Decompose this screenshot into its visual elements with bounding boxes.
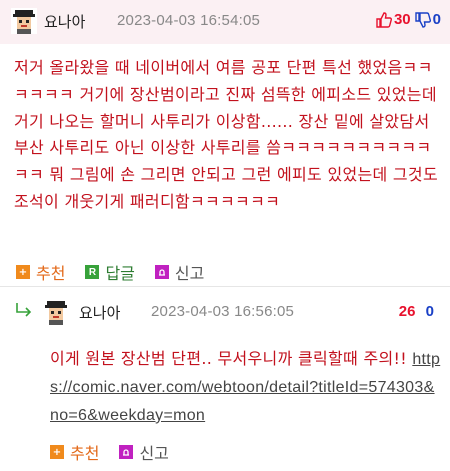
reply-votes: 26 0 <box>399 303 434 320</box>
reply-down-vote-count: 0 <box>425 303 434 320</box>
recommend-label: 추천 <box>70 444 100 463</box>
report-label: 신고 <box>174 264 205 283</box>
comment-actions: + 추천 R 답글 신고 <box>16 260 224 284</box>
avatar-icon[interactable] <box>43 299 69 325</box>
down-vote-count: 0 <box>432 11 441 28</box>
comment-header: 요나아 2023-04-03 16:54:05 30 0 <box>0 0 450 44</box>
avatar-icon[interactable] <box>11 8 37 34</box>
plus-icon: + <box>16 265 30 279</box>
comment-date: 2023-04-03 16:54:05 <box>117 12 261 29</box>
reply-recommend-button[interactable]: + 추천 <box>50 440 99 464</box>
reply-report-button[interactable]: 신고 <box>119 440 169 464</box>
report-icon <box>119 445 134 459</box>
reply-icon: R <box>85 265 100 279</box>
comment-body: 저거 올라왔을 때 네이버에서 여름 공포 단편 특선 했었음ㅋㅋㅋㅋㅋㅋ 거기… <box>14 58 438 211</box>
reply-date: 2023-04-03 16:56:05 <box>151 303 295 320</box>
thumb-down-icon[interactable] <box>414 11 431 28</box>
report-label: 신고 <box>139 444 169 463</box>
reply-nickname[interactable]: 요나아 <box>79 302 120 323</box>
recommend-label: 추천 <box>36 264 66 283</box>
reply-label: 답글 <box>105 264 135 283</box>
report-icon <box>154 265 169 279</box>
reply-actions: + 추천 신고 <box>50 440 189 464</box>
comment-nickname[interactable]: 요나아 <box>44 11 85 32</box>
reply-arrow-icon <box>16 303 32 317</box>
reply-body-text: 이게 원본 장산범 단편.. 무서우니까 클릭할때 주의!! <box>50 349 413 368</box>
recommend-button[interactable]: + 추천 <box>16 260 65 284</box>
comment-votes: 30 0 <box>376 11 441 28</box>
reply-button[interactable]: R 답글 <box>85 260 135 284</box>
thumb-up-icon[interactable] <box>376 11 392 28</box>
up-vote-count: 30 <box>393 11 411 28</box>
reply-up-vote-count: 26 <box>398 303 416 320</box>
report-button[interactable]: 신고 <box>154 260 205 284</box>
plus-icon: + <box>50 445 64 459</box>
divider <box>0 286 450 287</box>
reply-body: 이게 원본 장산범 단편.. 무서우니까 클릭할때 주의!! https://c… <box>50 345 442 429</box>
